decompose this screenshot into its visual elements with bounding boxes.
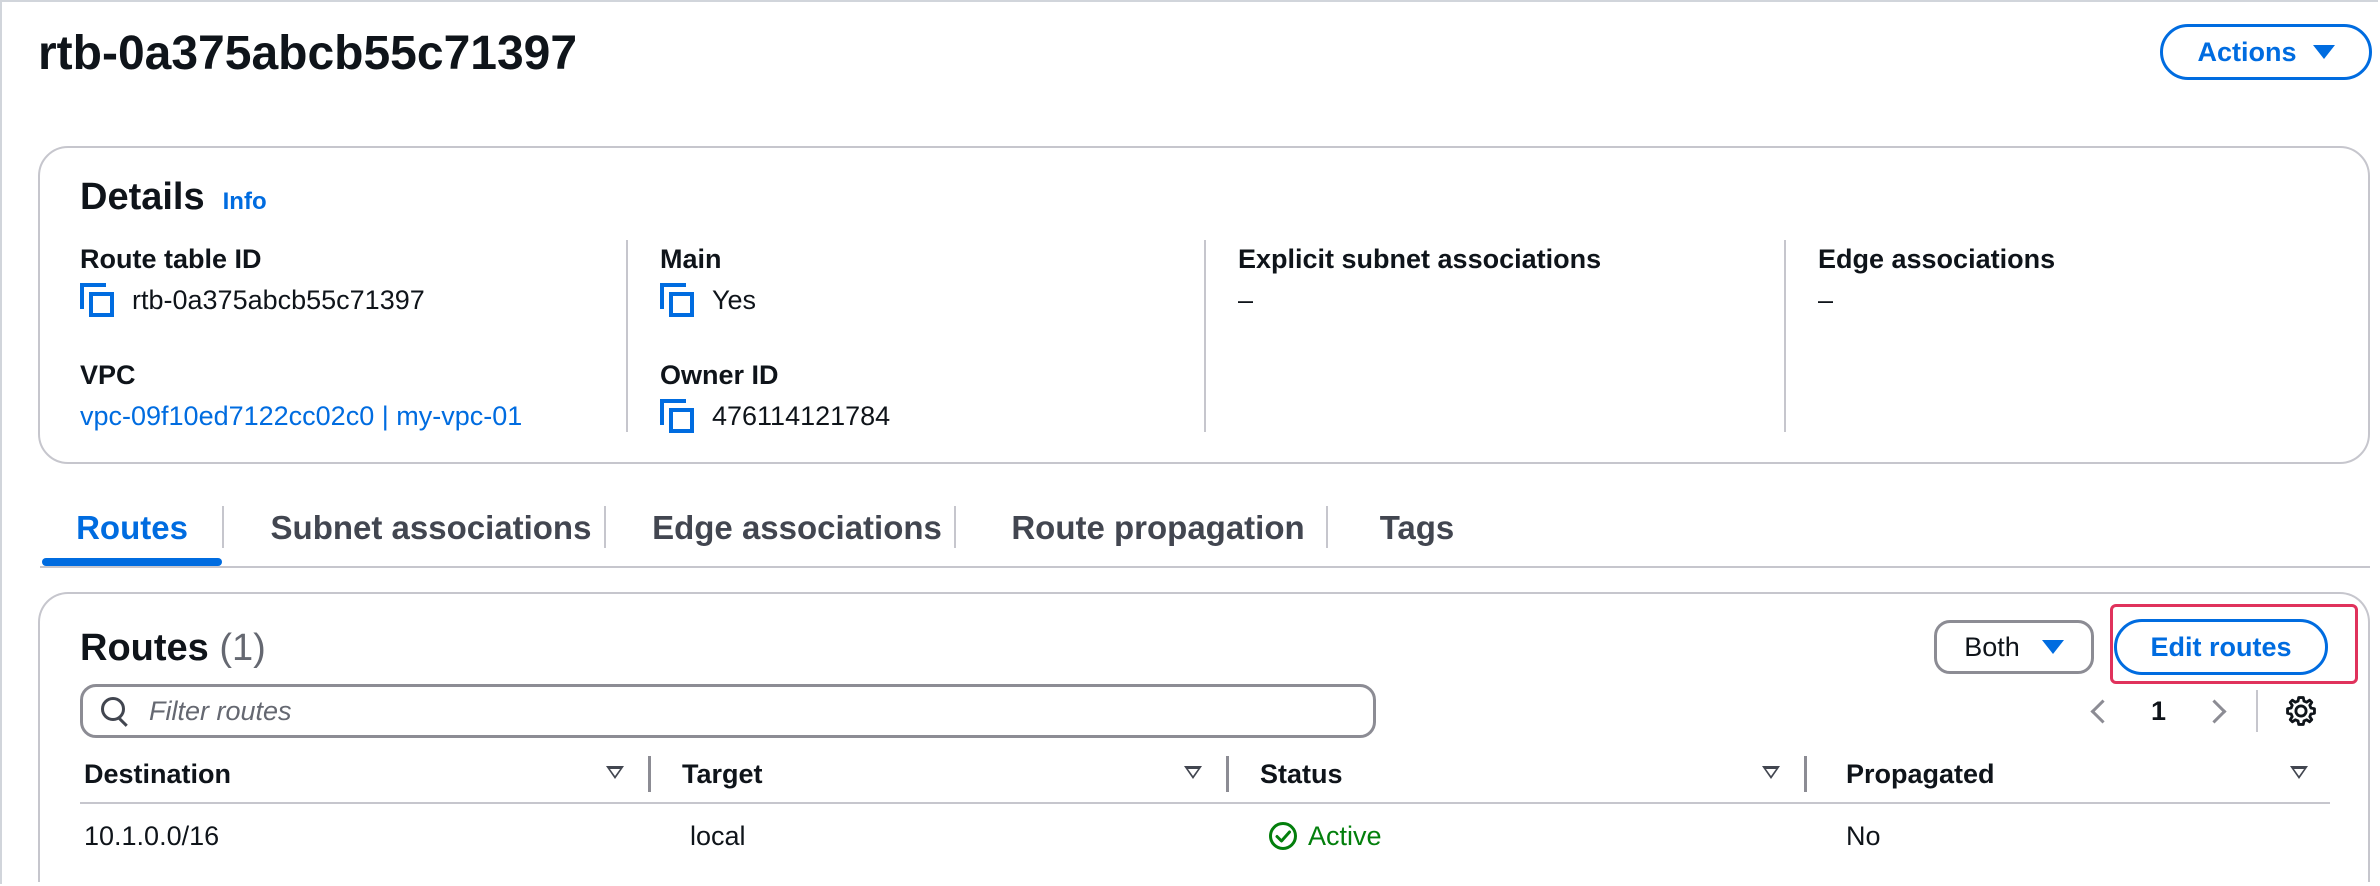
route-table-id-label: Route table ID [80,244,262,274]
tab-separator [604,506,606,548]
destination-cell: 10.1.0.0/16 [84,821,220,851]
details-column-1: Route table ID rtb-0a375abcb55c71397 VPC… [80,240,640,436]
active-tab-indicator [42,558,222,566]
pagination-separator [2256,690,2258,732]
explicit-subnet-associations-label: Explicit subnet associations [1238,244,1602,274]
sort-icon[interactable] [606,766,624,779]
routes-table-header: Destination Target Status Propagated [80,748,2330,804]
copy-icon[interactable] [660,283,694,317]
details-column-3: Explicit subnet associations – [1238,240,1798,320]
actions-label: Actions [2197,36,2297,67]
vpc-link[interactable]: vpc-09f10ed7122cc02c0 | my-vpc-01 [80,396,640,436]
target-cell: local [690,821,746,851]
tab-separator [222,506,224,548]
edit-routes-label: Edit routes [2150,631,2292,662]
copy-icon[interactable] [660,399,694,433]
page-title: rtb-0a375abcb55c71397 [38,27,578,80]
details-column-4: Edge associations – [1818,240,2378,320]
column-divider [1204,240,1206,432]
propagated-cell: No [1846,821,1881,851]
column-resizer[interactable] [1804,756,1807,792]
column-resizer[interactable] [1226,756,1229,792]
search-icon [101,697,129,727]
details-column-2: Main Yes Owner ID 476114121784 [660,240,1220,436]
route-table-id-text: rtb-0a375abcb55c71397 [132,285,425,315]
copy-icon[interactable] [80,283,114,317]
page-number[interactable]: 1 [2151,696,2166,727]
column-header-propagated[interactable]: Propagated [1846,748,1995,800]
explicit-subnet-associations-value: – [1238,285,1254,315]
tab-separator [1326,506,1328,548]
gear-icon[interactable] [2284,694,2318,728]
column-divider [1784,240,1786,432]
sort-icon[interactable] [2290,766,2308,779]
edge-associations-label: Edge associations [1818,244,2056,274]
owner-id-label: Owner ID [660,360,779,390]
vpc-label: VPC [80,360,136,390]
status-text: Active [1308,821,1382,851]
main-value: Yes [660,280,1220,320]
caret-down-icon [2041,640,2064,654]
route-filter-value: Both [1964,631,2020,662]
tab-route-propagation[interactable]: Route propagation [990,496,1326,560]
chevron-left-icon[interactable] [2090,698,2115,724]
route-table-id-value: rtb-0a375abcb55c71397 [80,280,640,320]
edge-associations-value: – [1818,285,1834,315]
route-filter-select[interactable]: Both [1934,620,2094,674]
details-title: Details [80,176,205,218]
routes-title: Routes [80,627,209,669]
column-divider [626,240,628,432]
actions-button[interactable]: Actions [2160,24,2372,80]
details-header: Details Info [80,176,267,219]
check-circle-icon [1269,822,1297,850]
owner-id-text: 476114121784 [712,401,891,431]
owner-id-value: 476114121784 [660,396,1220,436]
column-header-status[interactable]: Status [1260,748,1343,800]
caret-down-icon [2312,45,2335,59]
sort-icon[interactable] [1762,766,1780,779]
sort-icon[interactable] [1184,766,1202,779]
table-row: 10.1.0.0/16 local Active No [80,806,2330,866]
pagination: 1 [2090,686,2227,736]
tab-bar: Routes Subnet associations Edge associat… [40,496,2370,568]
chevron-right-icon[interactable] [2202,698,2227,724]
main-text: Yes [712,285,757,315]
column-resizer[interactable] [648,756,651,792]
main-label: Main [660,244,722,274]
routes-header: Routes (1) [80,618,266,678]
info-link[interactable]: Info [223,188,267,216]
edit-routes-button[interactable]: Edit routes [2114,619,2328,675]
tab-tags[interactable]: Tags [1362,496,1472,560]
tab-edge-associations[interactable]: Edge associations [640,496,954,560]
routes-count: (1) [219,627,266,669]
tab-routes[interactable]: Routes [42,496,222,560]
status-cell: Active [1268,806,1382,866]
tab-separator [954,506,956,548]
tab-subnet-associations[interactable]: Subnet associations [258,496,604,560]
column-header-destination[interactable]: Destination [84,748,231,800]
filter-routes-search [80,684,1376,738]
filter-routes-input[interactable] [147,694,1351,728]
column-header-target[interactable]: Target [682,748,763,800]
